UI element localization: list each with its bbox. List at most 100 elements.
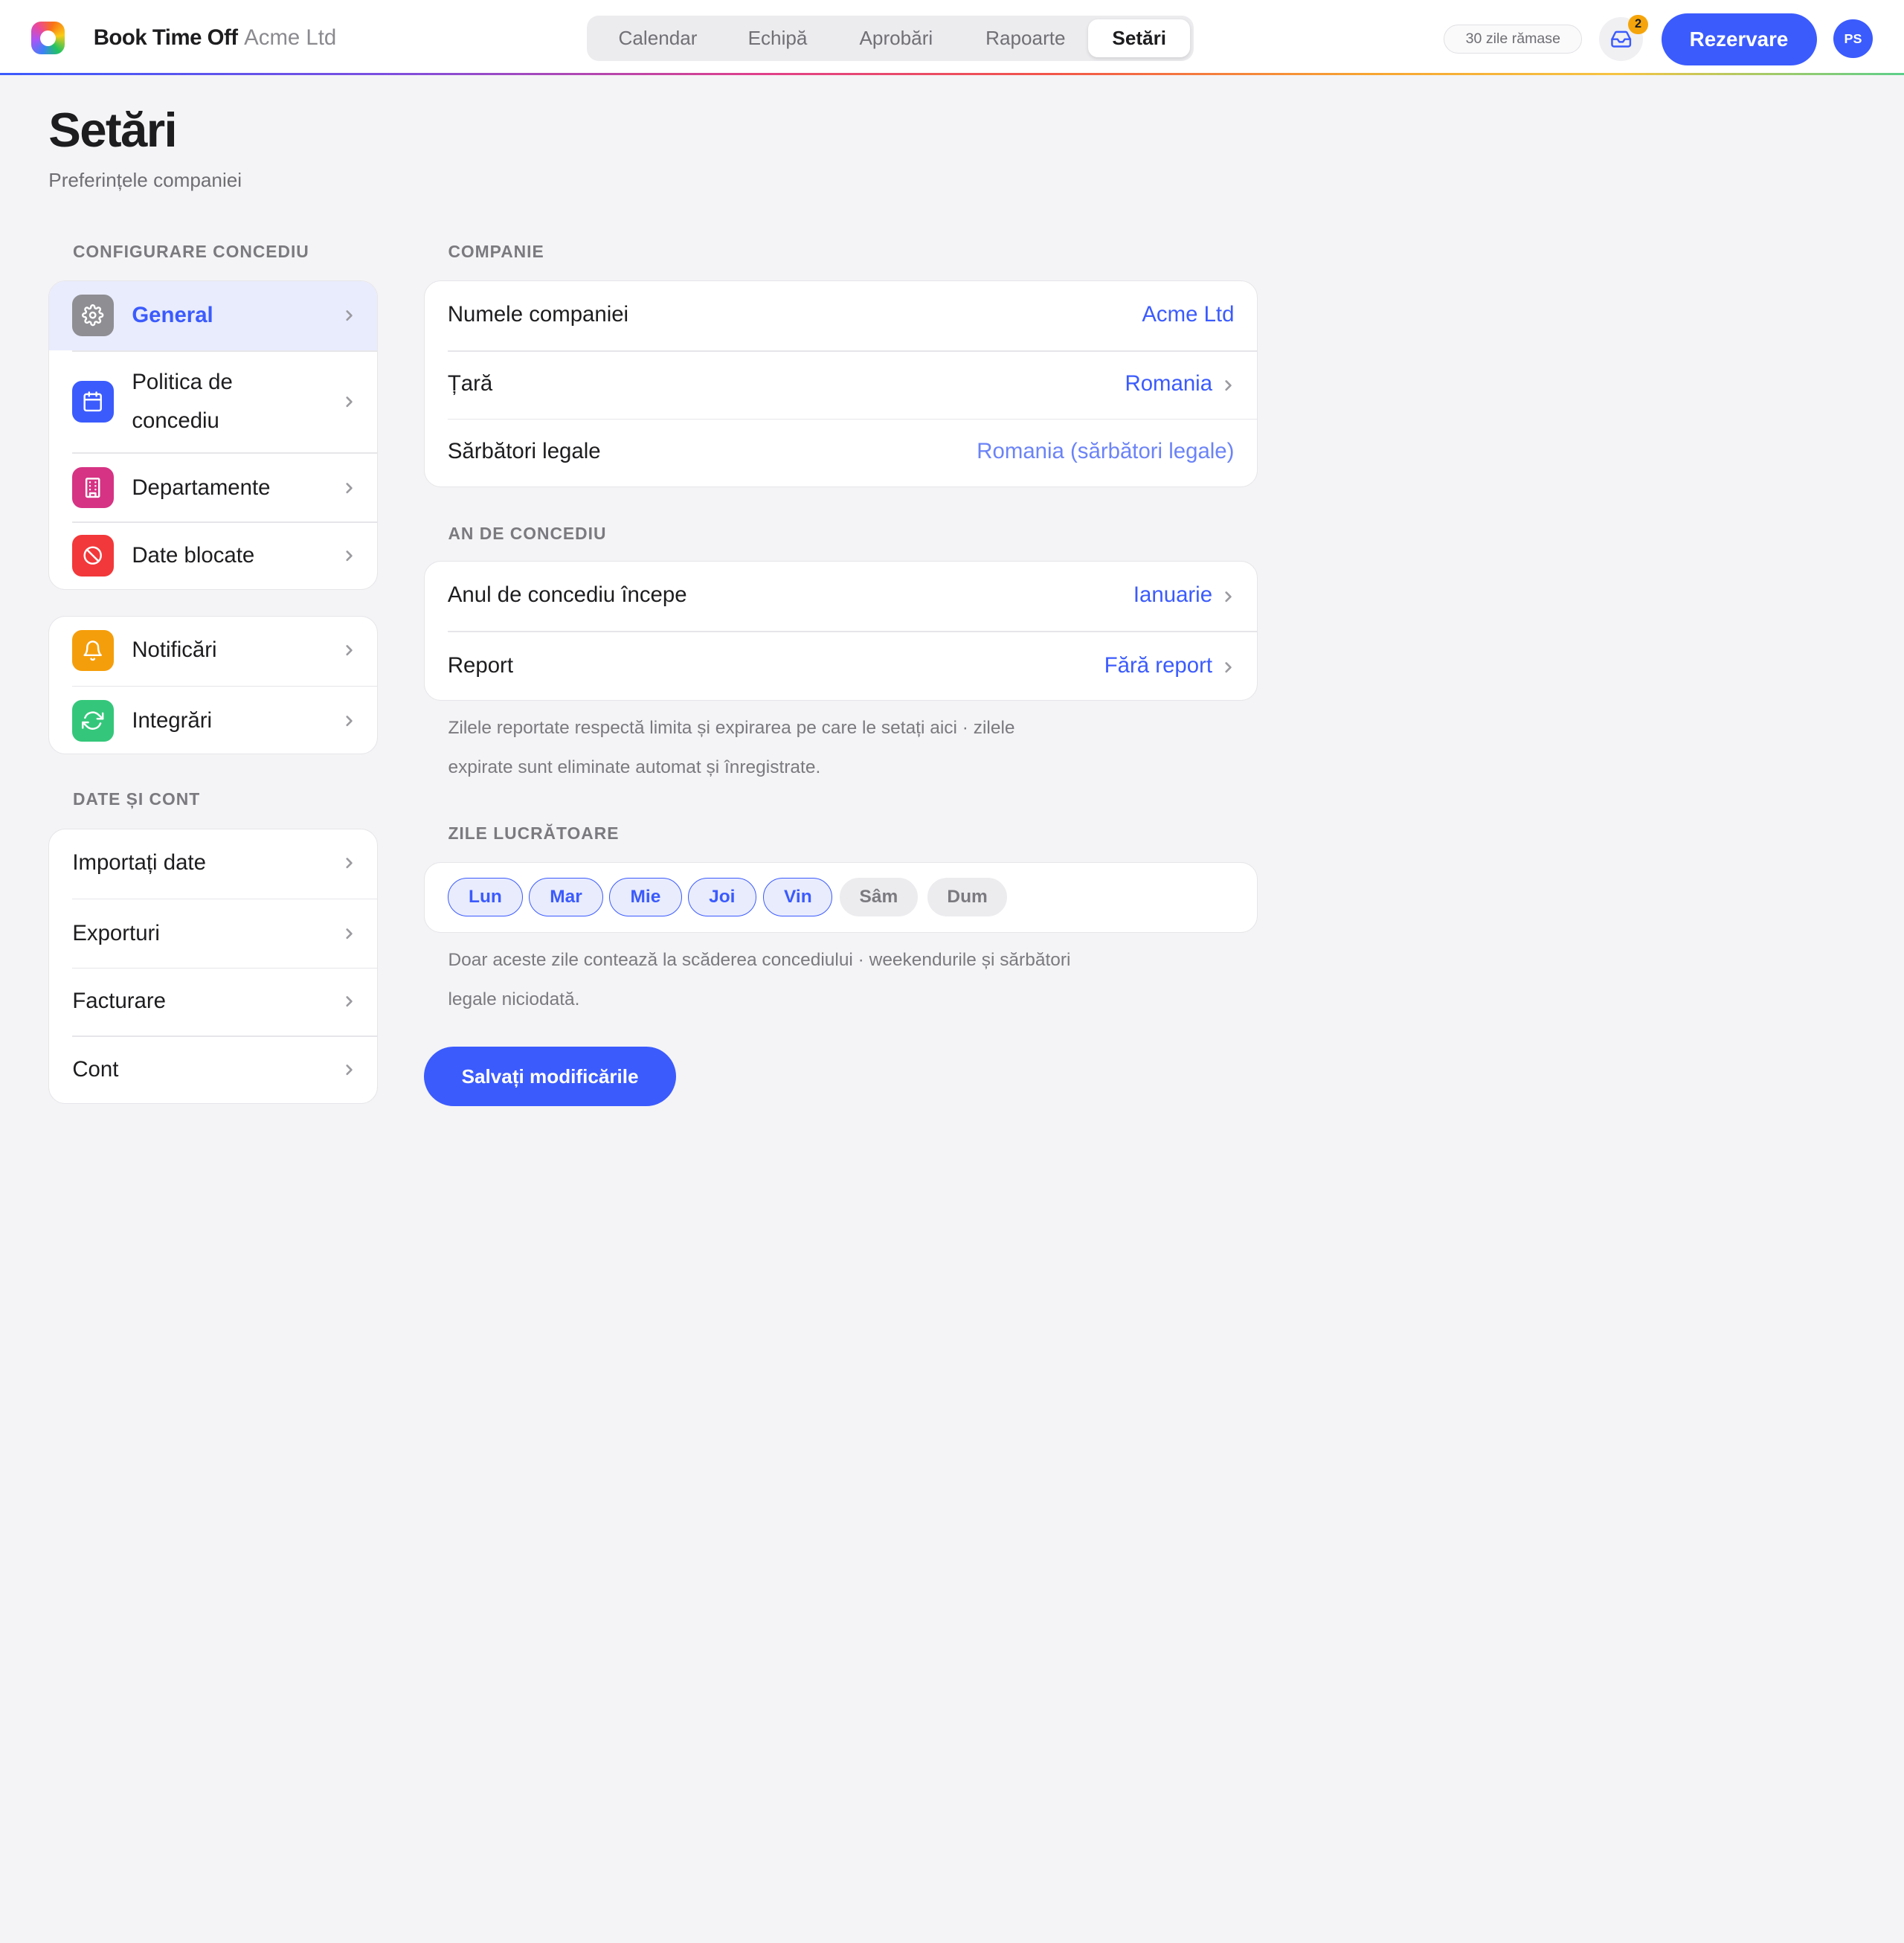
- day-toggle-fri[interactable]: Vin: [763, 877, 833, 917]
- day-toggle-tue[interactable]: Mar: [529, 877, 603, 917]
- save-changes-button[interactable]: Salvați modificările: [423, 1047, 677, 1107]
- sidebar-item-label: General: [132, 302, 213, 327]
- chevron-right-icon: [343, 715, 355, 727]
- row-label: Anul de concediu începe: [447, 582, 687, 608]
- day-toggle-mon[interactable]: Lun: [447, 877, 524, 917]
- leave-year-start-value: Ianuarie: [1133, 582, 1213, 608]
- days-remaining-badge: 30 zile rămase: [1444, 24, 1583, 54]
- sidebar-item-account[interactable]: Cont: [49, 1037, 376, 1103]
- row-label: Numele companiei: [447, 301, 629, 327]
- row-label: Sărbători legale: [447, 439, 601, 464]
- label-line-1: Politica de: [132, 369, 233, 394]
- block-icon: [72, 535, 114, 577]
- sidebar-item-label: Cont: [72, 1056, 119, 1082]
- company-name-value: Acme Ltd: [1142, 301, 1235, 327]
- section-leave-year: AN DE CONCEDIU: [448, 523, 607, 543]
- chevron-right-icon: [343, 995, 355, 1007]
- sidebar-item-exports[interactable]: Exporturi: [49, 899, 376, 967]
- sidebar-card-other: Notificări Integrări: [48, 615, 378, 754]
- public-holidays-row[interactable]: Sărbători legale Romania (sărbători lega…: [425, 420, 1258, 486]
- sidebar-item-departments[interactable]: Departamente: [49, 454, 376, 521]
- chevron-right-icon: [343, 1064, 355, 1076]
- page-title: Setări: [48, 103, 177, 158]
- chevron-right-icon: [1222, 379, 1234, 391]
- sidebar-item-import[interactable]: Importați date: [49, 829, 376, 899]
- company-card: Numele companiei Acme Ltd Țară Romania S…: [423, 280, 1258, 487]
- day-toggle-sun[interactable]: Dum: [927, 877, 1008, 917]
- sidebar-card-leave: General Politica de concediu Departament…: [48, 280, 378, 591]
- gear-icon: [72, 295, 114, 336]
- carryover-value: Fără report: [1104, 652, 1213, 678]
- public-holidays-value: Romania (sărbători legale): [977, 439, 1235, 464]
- app-logo-icon[interactable]: [31, 22, 65, 55]
- inbox-icon: [1610, 28, 1632, 50]
- chevron-right-icon: [343, 309, 355, 321]
- section-working-days: ZILE LUCRĂTOARE: [448, 823, 620, 843]
- sidebar-item-label: Facturare: [72, 989, 167, 1014]
- sidebar-item-integrations[interactable]: Integrări: [49, 687, 376, 753]
- help-line-2: legale niciodată.: [448, 989, 580, 1009]
- carryover-row[interactable]: Report Fără report: [425, 632, 1258, 700]
- country-row[interactable]: Țară Romania: [425, 352, 1258, 420]
- sidebar-section-leave-setup: CONFIGURARE CONCEDIU: [72, 241, 309, 261]
- header-accent-bar: [0, 72, 1904, 76]
- row-label: Report: [447, 652, 513, 678]
- sidebar-item-label: Integrări: [132, 708, 213, 733]
- carryover-help-text: Zilele reportate respectă limita și expi…: [448, 709, 1014, 787]
- inbox-count-badge: 2: [1628, 14, 1648, 34]
- label-line-2: concediu: [132, 408, 219, 433]
- tab-approvals[interactable]: Aprobări: [829, 19, 962, 57]
- sidebar-item-label: Notificări: [132, 638, 217, 663]
- calendar-icon: [72, 381, 114, 423]
- sync-icon: [72, 700, 114, 742]
- sidebar-item-label: Date blocate: [132, 543, 255, 568]
- settings-page: Book Time Off Acme Ltd Calendar Echipă A…: [0, 0, 1904, 1190]
- tab-reports[interactable]: Rapoarte: [962, 19, 1088, 57]
- bell-icon: [72, 629, 114, 672]
- leave-year-card: Anul de concediu începe Ianuarie Report …: [423, 561, 1258, 701]
- main-nav: Calendar Echipă Aprobări Rapoarte Setări: [586, 16, 1194, 61]
- sidebar-item-label: Politica de concediu: [132, 363, 233, 441]
- section-company: COMPANIE: [448, 241, 544, 261]
- chevron-right-icon: [343, 928, 355, 940]
- chevron-right-icon: [1222, 661, 1234, 673]
- tab-team[interactable]: Echipă: [726, 19, 830, 57]
- sidebar-item-billing[interactable]: Facturare: [49, 969, 376, 1036]
- sidebar-section-data-account: DATE ȘI CONT: [72, 789, 201, 809]
- chevron-right-icon: [1222, 591, 1234, 603]
- tab-settings[interactable]: Setări: [1088, 19, 1191, 57]
- tab-calendar[interactable]: Calendar: [590, 19, 725, 57]
- chevron-right-icon: [343, 857, 355, 869]
- leave-year-start-row[interactable]: Anul de concediu începe Ianuarie: [425, 562, 1258, 631]
- help-line-1: Zilele reportate respectă limita și expi…: [448, 718, 1015, 739]
- row-label: Țară: [447, 370, 493, 396]
- chevron-right-icon: [343, 482, 355, 494]
- day-toggle-sat[interactable]: Sâm: [840, 877, 918, 917]
- user-avatar[interactable]: PS: [1833, 19, 1873, 59]
- company-name-row[interactable]: Numele companiei Acme Ltd: [425, 281, 1258, 350]
- day-toggle-thu[interactable]: Joi: [688, 877, 756, 917]
- working-days-help-text: Doar aceste zile contează la scăderea co…: [448, 941, 1070, 1019]
- sidebar-item-label: Exporturi: [72, 920, 160, 945]
- top-bar: Book Time Off Acme Ltd Calendar Echipă A…: [0, 0, 1904, 76]
- country-value: Romania: [1125, 370, 1213, 396]
- book-time-off-button[interactable]: Rezervare: [1661, 13, 1817, 66]
- chevron-right-icon: [343, 396, 355, 408]
- sidebar-item-label: Importați date: [72, 850, 206, 876]
- sidebar-card-data: Importați date Exporturi Facturare Cont: [48, 828, 378, 1105]
- chevron-right-icon: [343, 644, 355, 656]
- help-line-2: expirate sunt eliminate automat și înreg…: [448, 757, 821, 777]
- help-line-1: Doar aceste zile contează la scăderea co…: [448, 950, 1071, 971]
- day-toggle-wed[interactable]: Mie: [608, 877, 682, 917]
- sidebar-item-general[interactable]: General: [49, 281, 377, 351]
- page-subtitle: Preferințele companiei: [48, 168, 242, 191]
- sidebar-item-label: Departamente: [132, 475, 271, 500]
- brand-name[interactable]: Book Time Off: [94, 25, 238, 51]
- company-name: Acme Ltd: [244, 25, 337, 51]
- working-days-card: Lun Mar Mie Joi Vin Sâm Dum: [423, 862, 1258, 933]
- sidebar-item-leave-policy[interactable]: Politica de concediu: [49, 352, 376, 453]
- sidebar-item-blocked-dates[interactable]: Date blocate: [49, 523, 376, 589]
- building-icon: [72, 466, 114, 509]
- sidebar-item-notifications[interactable]: Notificări: [49, 617, 376, 686]
- chevron-right-icon: [343, 550, 355, 562]
